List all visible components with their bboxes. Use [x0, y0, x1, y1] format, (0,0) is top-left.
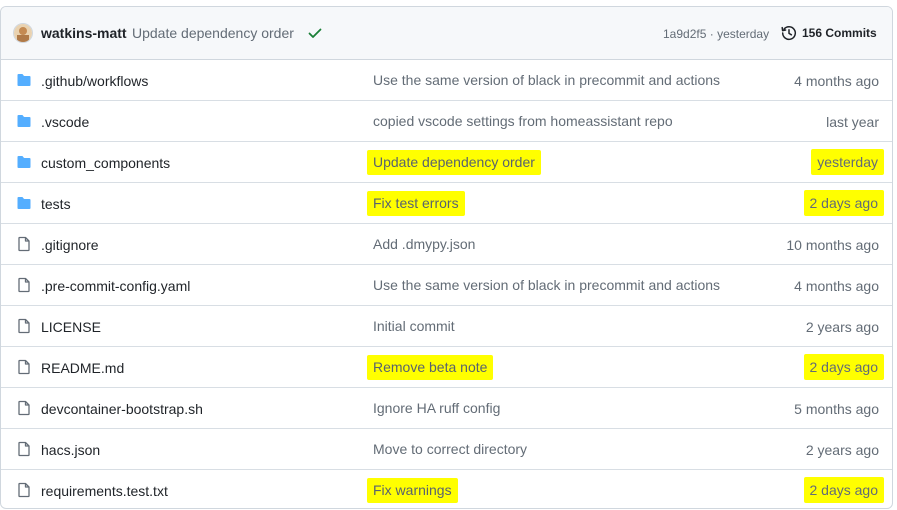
file-icon: [18, 236, 30, 252]
commit-message-cell: Fix test errors: [367, 191, 465, 217]
file-icon: [18, 318, 30, 334]
folder-icon: [17, 156, 31, 168]
file-name-link[interactable]: .github/workflows: [41, 73, 148, 89]
commit-message-link[interactable]: Fix test errors: [367, 191, 465, 216]
file-name-link[interactable]: .vscode: [41, 114, 89, 130]
latest-commit-message-link[interactable]: Update dependency order: [132, 25, 294, 41]
commit-message-cell: Fix warnings: [367, 478, 458, 504]
commit-sha-link[interactable]: 1a9d2f5: [663, 27, 706, 41]
file-row[interactable]: tests Fix test errors 2 days ago: [1, 183, 892, 224]
file-name-link[interactable]: README.md: [41, 360, 124, 376]
file-row[interactable]: requirements.test.txt Fix warnings 2 days …: [1, 470, 892, 508]
commit-message-cell: Move to correct directory: [367, 437, 533, 463]
commit-message-link[interactable]: Add .dmypy.json: [367, 232, 481, 257]
commit-message-link[interactable]: Initial commit: [367, 314, 461, 339]
file-row[interactable]: devcontainer-bootstrap.sh Ignore HA ruff …: [1, 388, 892, 429]
commit-age: 4 months ago: [794, 73, 879, 89]
file-name-link[interactable]: hacs.json: [41, 442, 100, 458]
file-row[interactable]: .github/workflows Use the same version of…: [1, 60, 892, 101]
commit-message-link[interactable]: Use the same version of black in precomm…: [367, 273, 726, 298]
commit-age: 4 months ago: [794, 278, 879, 294]
commits-count-link[interactable]: 156 Commits: [802, 26, 877, 40]
check-icon[interactable]: [307, 25, 323, 41]
file-name-link[interactable]: custom_components: [41, 155, 170, 171]
commit-author-link[interactable]: watkins-matt: [41, 25, 127, 41]
file-icon: [18, 482, 30, 498]
folder-icon: [17, 74, 31, 86]
file-icon: [18, 277, 30, 293]
commit-time: yesterday: [717, 27, 770, 41]
file-icon: [18, 441, 30, 457]
commit-message-link[interactable]: Use the same version of black in precomm…: [367, 68, 726, 93]
commit-sha-and-time: 1a9d2f5 · yesterday: [663, 27, 769, 41]
commit-age: 2 days ago: [803, 354, 884, 380]
commit-message-link[interactable]: Remove beta note: [367, 355, 494, 380]
latest-commit-bar: watkins-matt Update dependency order 1a9…: [1, 7, 892, 60]
commit-message-cell: Use the same version of black in precomm…: [367, 273, 726, 299]
folder-icon: [17, 197, 31, 209]
file-row[interactable]: .vscode copied vscode settings from homea…: [1, 101, 892, 142]
commit-age: 10 months ago: [786, 237, 879, 253]
folder-icon: [17, 115, 31, 127]
commit-message-cell: Use the same version of black in precomm…: [367, 68, 726, 94]
commit-message-link[interactable]: Ignore HA ruff config: [367, 396, 506, 421]
separator-dot: ·: [709, 27, 714, 41]
file-icon: [18, 400, 30, 416]
file-name-link[interactable]: LICENSE: [41, 319, 101, 335]
file-row[interactable]: .gitignore Add .dmypy.json 10 months ago: [1, 224, 892, 265]
file-icon: [18, 359, 30, 375]
file-name-link[interactable]: devcontainer-bootstrap.sh: [41, 401, 203, 417]
file-row[interactable]: README.md Remove beta note 2 days ago: [1, 347, 892, 388]
commit-age: 2 years ago: [805, 442, 879, 458]
file-name-link[interactable]: .pre-commit-config.yaml: [41, 278, 190, 294]
commit-message-cell: Add .dmypy.json: [367, 232, 481, 258]
file-name-link[interactable]: requirements.test.txt: [41, 483, 168, 499]
file-row[interactable]: .pre-commit-config.yaml Use the same vers…: [1, 265, 892, 306]
file-row[interactable]: custom_components Update dependency order…: [1, 142, 892, 183]
commit-age: 2 years ago: [805, 319, 879, 335]
commit-age: 2 days ago: [803, 190, 884, 216]
commit-message-cell: Update dependency order: [367, 150, 541, 176]
commit-age: yesterday: [811, 149, 884, 175]
commit-message-cell: Ignore HA ruff config: [367, 396, 506, 422]
commit-message-cell: Initial commit: [367, 314, 461, 340]
commit-age: last year: [826, 114, 879, 130]
commit-message-link[interactable]: Fix warnings: [367, 478, 458, 503]
file-browser: watkins-matt Update dependency order 1a9…: [0, 6, 893, 509]
file-name-link[interactable]: tests: [41, 196, 71, 212]
commit-message-link[interactable]: Update dependency order: [367, 150, 541, 175]
commit-message-link[interactable]: copied vscode settings from homeassistan…: [367, 109, 679, 134]
commit-message-cell: Remove beta note: [367, 355, 494, 381]
commit-message-cell: copied vscode settings from homeassistan…: [367, 109, 679, 135]
file-name-link[interactable]: .gitignore: [41, 237, 99, 253]
commit-age: 5 months ago: [794, 401, 879, 417]
commit-message-link[interactable]: Move to correct directory: [367, 437, 533, 462]
avatar[interactable]: [13, 23, 33, 43]
commit-age: 2 days ago: [803, 477, 884, 503]
history-icon[interactable]: [781, 25, 797, 41]
file-row[interactable]: LICENSE Initial commit 2 years ago: [1, 306, 892, 347]
file-row[interactable]: hacs.json Move to correct directory 2 year…: [1, 429, 892, 470]
avatar-image-icon: [14, 24, 32, 42]
